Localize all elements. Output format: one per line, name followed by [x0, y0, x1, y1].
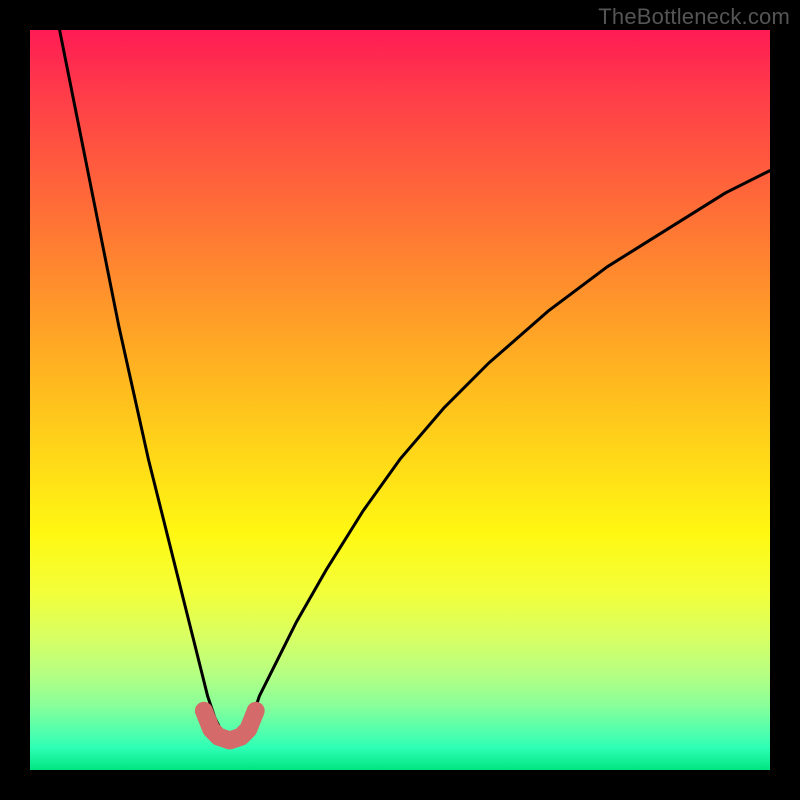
plot-area: [30, 30, 770, 770]
watermark-text: TheBottleneck.com: [598, 4, 790, 30]
bottleneck-curve: [60, 30, 770, 740]
optimal-zone-highlight: [204, 711, 256, 741]
chart-frame: TheBottleneck.com: [0, 0, 800, 800]
curve-svg: [30, 30, 770, 770]
